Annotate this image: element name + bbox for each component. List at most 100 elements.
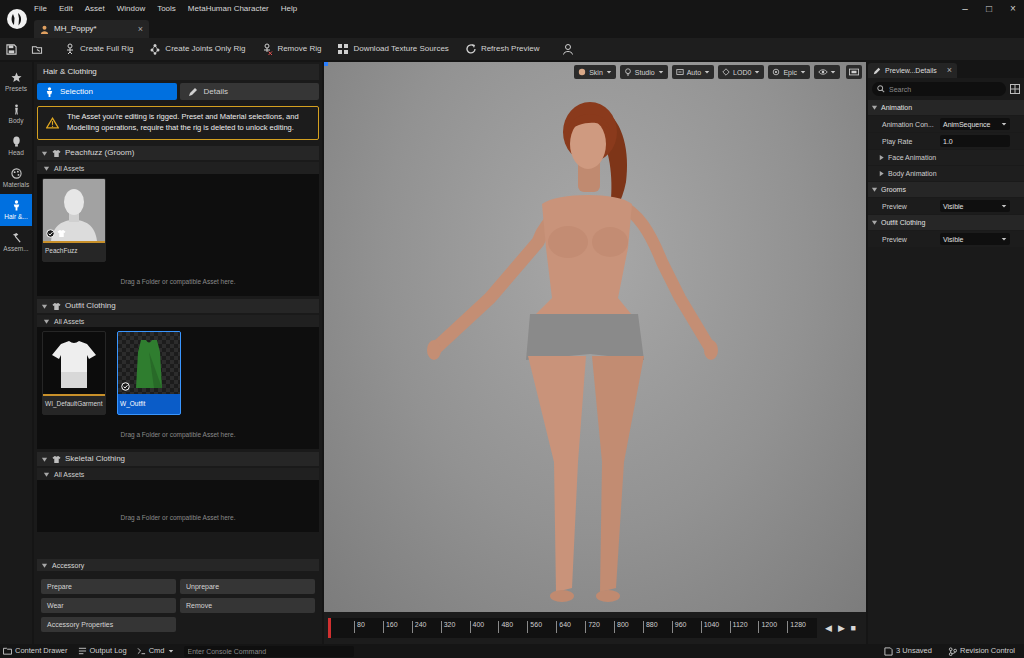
- accessory-button-label: Prepare: [47, 583, 72, 590]
- panel-tab[interactable]: Details: [180, 83, 320, 100]
- status-bar-button[interactable]: Cmd: [137, 647, 174, 655]
- panel-tab[interactable]: Selection: [37, 83, 177, 100]
- section-header[interactable]: Skeletal Clothing: [37, 452, 319, 466]
- sidebar-item-icon: [11, 168, 22, 179]
- viewport-render[interactable]: Skin Studio Auto LOD0 Epic: [324, 62, 866, 612]
- menu-item[interactable]: MetaHuman Character: [188, 5, 269, 13]
- browse-icon[interactable]: [30, 44, 44, 55]
- console-input[interactable]: [184, 646, 354, 657]
- sidebar-item-label: Hair &...: [4, 214, 27, 221]
- accessory-button[interactable]: Unprepare: [180, 579, 315, 594]
- camera-button[interactable]: [846, 65, 862, 79]
- search-input[interactable]: [889, 86, 1001, 93]
- sidebar-item[interactable]: Hair &...: [0, 194, 32, 226]
- property-input[interactable]: 1.0: [940, 135, 1010, 147]
- property-dropdown[interactable]: AnimSequence: [940, 118, 1010, 130]
- timeline-tick: 1200: [758, 621, 787, 633]
- viewport-option-label: Studio: [635, 69, 655, 76]
- window-control-button[interactable]: □: [982, 4, 996, 14]
- accessory-button[interactable]: Wear: [41, 598, 176, 613]
- search-field[interactable]: [872, 82, 1006, 96]
- details-tab-close-button[interactable]: ×: [947, 66, 952, 75]
- section-header[interactable]: Outfit Clothing: [37, 299, 319, 313]
- section-header[interactable]: Peachfuzz (Groom): [37, 146, 319, 160]
- toolbar-button[interactable]: Download Texture Sources: [335, 43, 450, 55]
- toolbar-button[interactable]: Remove Rig: [259, 43, 323, 55]
- toolbar-button[interactable]: Refresh Preview: [463, 43, 542, 55]
- status-bar-button[interactable]: Output Log: [78, 647, 127, 655]
- expand-caret-icon: [871, 186, 878, 193]
- asset-drop-area[interactable]: PeachFuzzDrag a Folder or compatible Ass…: [37, 174, 319, 296]
- document-tab[interactable]: MH_Poppy*×: [34, 20, 149, 38]
- viewport-option-button[interactable]: LOD0: [718, 65, 764, 79]
- toolbar-button[interactable]: Create Full Rig: [62, 43, 135, 55]
- accessory-button[interactable]: Accessory Properties: [41, 617, 176, 632]
- status-bar-label: Revision Control: [960, 647, 1015, 655]
- asset-type-bar: [43, 394, 105, 396]
- menu-item[interactable]: Help: [281, 5, 297, 13]
- accessory-button[interactable]: Remove: [180, 598, 315, 613]
- subcategory-header[interactable]: Face Animation: [868, 150, 1024, 165]
- sidebar-item[interactable]: Assem...: [0, 226, 32, 258]
- playback-button[interactable]: ◀: [825, 624, 832, 633]
- property-dropdown[interactable]: Visible: [940, 200, 1010, 212]
- playhead[interactable]: [328, 618, 331, 638]
- category-header[interactable]: Animation: [868, 100, 1024, 115]
- show-flags-button[interactable]: [814, 65, 840, 79]
- subcategory-header[interactable]: Body Animation: [868, 166, 1024, 181]
- drop-hint: Drag a Folder or compatible Asset here.: [42, 509, 314, 522]
- menu-item[interactable]: Tools: [157, 5, 176, 13]
- asset-tile[interactable]: WI_DefaultGarment: [42, 331, 106, 415]
- window-control-button[interactable]: –: [958, 4, 972, 14]
- subsection-header[interactable]: All Assets: [37, 162, 319, 174]
- asset-drop-area[interactable]: WI_DefaultGarmentW_OutfitDrag a Folder o…: [37, 327, 319, 449]
- property-dropdown[interactable]: Visible: [940, 233, 1010, 245]
- viewport-option-button[interactable]: Auto: [672, 65, 714, 79]
- viewport-option-button[interactable]: Skin: [574, 65, 616, 79]
- sidebar-item[interactable]: Presets: [0, 66, 32, 98]
- section-header[interactable]: Accessory: [37, 559, 319, 571]
- sidebar-item[interactable]: Materials: [0, 162, 32, 194]
- grid-view-icon[interactable]: [1010, 84, 1020, 94]
- viewport-option-button[interactable]: Studio: [620, 65, 668, 79]
- status-bar-button[interactable]: Content Drawer: [3, 647, 68, 655]
- panel-tab-label: Selection: [60, 88, 93, 96]
- status-bar-button[interactable]: Revision Control: [948, 647, 1021, 656]
- toolbar-button[interactable]: Create Joints Only Rig: [147, 43, 247, 55]
- dropdown-caret-icon: [1001, 203, 1007, 209]
- menu-item[interactable]: Asset: [85, 5, 105, 13]
- sidebar-item[interactable]: Body: [0, 98, 32, 130]
- sidebar-item[interactable]: Head: [0, 130, 32, 162]
- details-tab[interactable]: Preview...Details×: [868, 63, 957, 78]
- timeline-tick: 1280: [787, 621, 816, 633]
- menu-item[interactable]: Edit: [59, 5, 73, 13]
- window-control-button[interactable]: ×: [1006, 4, 1020, 14]
- playback-button[interactable]: ■: [851, 624, 856, 633]
- asset-label: WI_DefaultGarment: [43, 396, 105, 414]
- subsection-header[interactable]: All Assets: [37, 315, 319, 327]
- category-header[interactable]: Outfit Clothing: [868, 215, 1024, 230]
- title-area: File Edit Asset Window Tools MetaHuman Charac…: [34, 0, 1024, 38]
- category-header[interactable]: Grooms: [868, 182, 1024, 197]
- accessory-button[interactable]: Prepare: [41, 579, 176, 594]
- asset-section: Peachfuzz (Groom) All AssetsPeachFuzzDrag…: [37, 146, 319, 296]
- menu-item[interactable]: Window: [117, 5, 145, 13]
- viewport-option-button[interactable]: Epic: [768, 65, 810, 79]
- menu-bar: File Edit Asset Window Tools MetaHuman Charac…: [34, 0, 1024, 18]
- tab-close-button[interactable]: ×: [138, 25, 143, 34]
- asset-tile[interactable]: PeachFuzz: [42, 178, 106, 262]
- subsection-header[interactable]: All Assets: [37, 468, 319, 480]
- timeline-tick-label: 1280: [790, 621, 806, 628]
- asset-drop-area[interactable]: Drag a Folder or compatible Asset here.: [37, 480, 319, 532]
- save-icon[interactable]: [4, 44, 18, 55]
- menu-item[interactable]: File: [34, 5, 47, 13]
- timeline-ruler[interactable]: 8016024032040048056064072080088096010401…: [328, 618, 817, 638]
- asset-tile[interactable]: W_Outfit: [117, 331, 181, 415]
- camera-icon: [849, 68, 859, 76]
- playback-button[interactable]: ▶: [838, 624, 845, 633]
- search-icon: [877, 85, 885, 93]
- status-bar-button[interactable]: 3 Unsaved: [884, 647, 938, 656]
- timeline-tick: 720: [585, 621, 614, 633]
- unreal-logo-icon[interactable]: [0, 0, 34, 38]
- expand-caret-icon: [43, 471, 50, 478]
